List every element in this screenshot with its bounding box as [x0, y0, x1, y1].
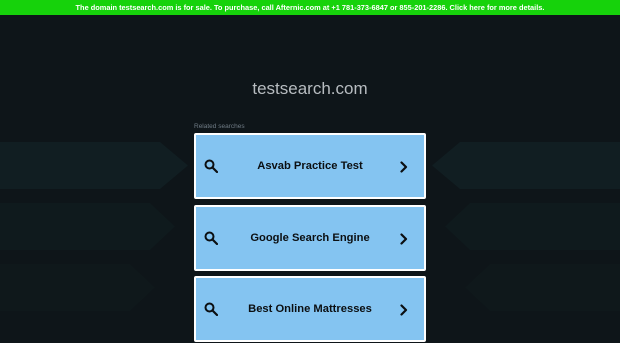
for-sale-banner[interactable]: The domain testsearch.com is for sale. T… — [0, 0, 620, 15]
search-icon — [204, 302, 219, 317]
decorative-chevron-left-1 — [0, 142, 188, 189]
domain-title: testsearch.com — [252, 79, 368, 98]
chevron-right-icon — [400, 232, 408, 245]
decorative-chevron-left-3 — [0, 264, 155, 311]
decorative-chevron-right-2 — [445, 203, 620, 250]
related-search-item[interactable]: Best Online Mattresses — [194, 276, 426, 342]
related-search-label: Best Online Mattresses — [248, 303, 372, 315]
decorative-chevron-right-3 — [465, 264, 620, 311]
decorative-chevron-right-1 — [432, 142, 620, 189]
related-search-label: Asvab Practice Test — [257, 160, 363, 172]
chevron-right-icon — [400, 303, 408, 316]
related-search-item[interactable]: Google Search Engine — [194, 205, 426, 271]
search-icon — [204, 159, 219, 174]
related-searches-label: Related searches — [194, 123, 245, 130]
related-search-label: Google Search Engine — [250, 232, 370, 244]
decorative-chevron-left-2 — [0, 203, 175, 250]
parked-domain-page: The domain testsearch.com is for sale. T… — [0, 0, 620, 343]
chevron-right-icon — [400, 160, 408, 173]
search-icon — [204, 231, 219, 246]
related-search-item[interactable]: Asvab Practice Test — [194, 133, 426, 199]
